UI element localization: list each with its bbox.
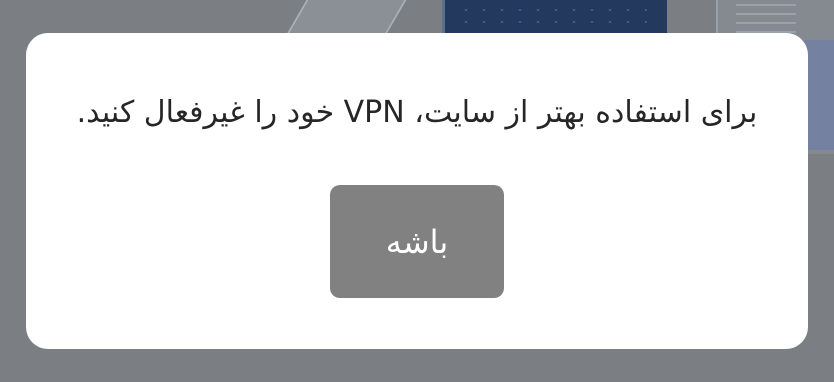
background-iso-block bbox=[285, 0, 415, 36]
dialog-message: برای استفاده بهتر از سایت، VPN خود را غی… bbox=[76, 95, 758, 130]
background-dot-grid bbox=[457, 4, 647, 28]
vpn-warning-dialog: برای استفاده بهتر از سایت، VPN خود را غی… bbox=[26, 33, 808, 349]
ok-button[interactable]: باشه bbox=[330, 185, 504, 298]
page: برای استفاده بهتر از سایت، VPN خود را غی… bbox=[0, 0, 834, 382]
